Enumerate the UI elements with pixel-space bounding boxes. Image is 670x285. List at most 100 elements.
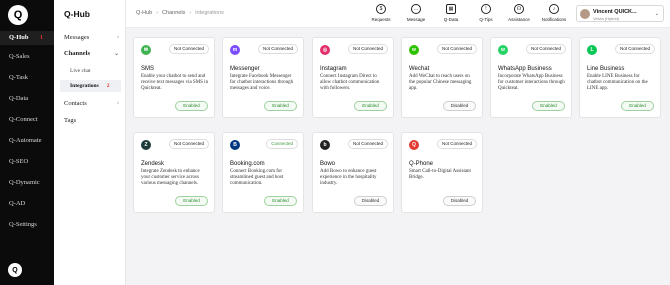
- sidebar-item-label: Tags: [64, 116, 77, 124]
- nav-item-q-ad[interactable]: Q-AD: [0, 197, 54, 211]
- integration-card[interactable]: L Not Connected Line Business Enable LINE B…: [579, 37, 661, 118]
- integration-logo-icon: w: [498, 45, 508, 55]
- enabled-toggle-button[interactable]: Enabled: [175, 101, 208, 111]
- enabled-toggle-button[interactable]: Enabled: [175, 196, 208, 206]
- sidebar-item-contacts[interactable]: Contacts ›: [64, 97, 119, 109]
- nav-item-label: Q-Hub: [9, 34, 29, 41]
- enabled-toggle-button[interactable]: Enabled: [621, 101, 654, 111]
- integration-logo-icon: m: [230, 45, 240, 55]
- status-badge: Not Connected: [614, 44, 655, 54]
- enabled-toggle-button[interactable]: Enabled: [532, 101, 565, 111]
- chat-bubble-icon: …: [411, 4, 421, 14]
- integration-title: Line Business: [587, 66, 625, 72]
- chevron-down-icon: ⌄: [654, 11, 659, 17]
- integration-description: Enable your chatbot to send and receive …: [141, 74, 209, 91]
- sidebar-item-tags[interactable]: Tags: [64, 114, 119, 126]
- integration-description: Add WeChat to reach users on the popular…: [409, 74, 472, 91]
- nav-item-label: Q-SEO: [9, 158, 29, 165]
- integration-logo-icon: B: [230, 140, 240, 150]
- dollar-icon: $: [376, 4, 386, 14]
- integration-logo-icon: b: [320, 140, 330, 150]
- user-subtitle: Velvia (Hybrid): [593, 16, 620, 21]
- integration-description: Integrate Zendesk to enhance your custom…: [141, 169, 200, 186]
- top-bar: Q-Hub › Channels › Integrations $ Requests ……: [126, 0, 670, 28]
- integration-description: Add Bowo to enhance guest experience in …: [320, 169, 377, 186]
- integration-card[interactable]: ✉ Not Connected SMS Enable your chatbot to …: [133, 37, 215, 118]
- integration-card[interactable]: b Not Connected Bowo Add Bowo to enhance gu…: [312, 132, 394, 213]
- q-data-button[interactable]: ▦ Q-Data: [436, 4, 466, 22]
- message-button[interactable]: … Message: [401, 4, 431, 22]
- nav-item-q-automate[interactable]: Q-Automate: [0, 134, 54, 148]
- integration-card[interactable]: m Not Connected Messenger Integrate Faceboo…: [222, 37, 304, 118]
- requests-label: Requests: [371, 17, 391, 22]
- nav-item-q-hub[interactable]: Q-Hub 1: [0, 31, 54, 45]
- headset-icon: ☊: [514, 4, 524, 14]
- integration-title: Messenger: [230, 66, 260, 72]
- nav-item-label: Q-Connect: [9, 116, 38, 123]
- integration-card[interactable]: Q Not Connected Q-Phone Smart Call-to-Digit…: [401, 132, 483, 213]
- integration-card[interactable]: B Connected Booking.com Connect Booking.com…: [222, 132, 304, 213]
- nav-item-q-connect[interactable]: Q-Connect: [0, 113, 54, 127]
- avatar: [580, 9, 590, 19]
- enabled-toggle-button[interactable]: Enabled: [264, 196, 297, 206]
- enabled-toggle-button[interactable]: Enabled: [264, 101, 297, 111]
- integration-description: Integrate Facebook Messenger for chatbot…: [230, 74, 294, 91]
- nav-item-label: Q-Settings: [9, 221, 37, 228]
- nav-item-q-settings[interactable]: Q-Settings: [0, 218, 54, 232]
- notifications-label: Notifications: [541, 17, 567, 22]
- disabled-toggle-button[interactable]: Disabled: [443, 101, 476, 111]
- status-badge: Connected: [266, 139, 298, 149]
- breadcrumb: Q-Hub › Channels › Integrations: [136, 10, 224, 16]
- disabled-toggle-button[interactable]: Disabled: [443, 196, 476, 206]
- status-badge: Not Connected: [436, 139, 477, 149]
- integration-title: Bowo: [320, 161, 336, 167]
- app-logo[interactable]: Q: [8, 5, 28, 25]
- enabled-toggle-button[interactable]: Enabled: [354, 101, 387, 111]
- integration-title: Wechat: [409, 66, 430, 72]
- nav-item-q-task[interactable]: Q-Task: [0, 71, 54, 85]
- integration-logo-icon: ✉: [141, 45, 151, 55]
- sidebar-subitem-label: Live chat: [70, 68, 91, 74]
- breadcrumb-q-hub[interactable]: Q-Hub: [136, 10, 152, 16]
- integration-card[interactable]: Z Not Connected Zendesk Integrate Zendesk t…: [133, 132, 215, 213]
- grid-icon: ▦: [446, 4, 456, 14]
- integration-card[interactable]: ◎ Not Connected Instagram Connect Instagram…: [312, 37, 394, 118]
- sidebar-item-channels[interactable]: Channels ⌄: [64, 47, 119, 59]
- breadcrumb-separator: ›: [189, 10, 192, 16]
- nav-item-q-data[interactable]: Q-Data: [0, 92, 54, 106]
- bottom-logo-icon[interactable]: Q: [8, 263, 22, 277]
- nav-item-label: Q-AD: [9, 200, 26, 207]
- sidebar-subitem-live-chat[interactable]: Live chat: [70, 65, 121, 77]
- integration-logo-icon: Q: [409, 140, 419, 150]
- nav-item-q-seo[interactable]: Q-SEO: [0, 155, 54, 169]
- breadcrumb-integrations: Integrations: [195, 10, 224, 16]
- annotation-mark: 1: [40, 35, 43, 41]
- status-badge: Not Connected: [168, 44, 209, 54]
- integration-card[interactable]: w Not Connected WhatsApp Business Incorpora…: [490, 37, 572, 118]
- notifications-button[interactable]: ♪ Notifications: [539, 4, 569, 22]
- integration-description: Enable LINE Business for chatbot communi…: [587, 74, 648, 91]
- message-label: Message: [406, 17, 426, 22]
- nav-item-q-sales[interactable]: Q-Sales: [0, 50, 54, 64]
- integration-card[interactable]: w Not Connected Wechat Add WeChat to reach …: [401, 37, 483, 118]
- nav-item-label: Q-Task: [9, 74, 29, 81]
- assistance-button[interactable]: ☊ Assistance: [504, 4, 534, 22]
- nav-item-q-dynamic[interactable]: Q-Dynamic: [0, 176, 54, 190]
- breadcrumb-channels[interactable]: Channels: [162, 10, 185, 16]
- user-menu[interactable]: Vincent QUICK... Velvia (Hybrid) ⌄: [576, 5, 664, 22]
- integration-logo-icon: ◎: [320, 45, 330, 55]
- q-tips-button[interactable]: ! Q-Tips: [471, 4, 501, 22]
- user-name: Vincent QUICK...: [593, 9, 637, 15]
- integration-logo-icon: L: [587, 45, 597, 55]
- annotation-mark: 2: [106, 83, 110, 89]
- app-root: Q Q-Hub 1 Q-Sales Q-Task Q-Data Q-Connec…: [0, 0, 670, 285]
- integration-title: Instagram: [320, 66, 347, 72]
- requests-button[interactable]: $ Requests: [366, 4, 396, 22]
- sidebar-subitem-integrations[interactable]: Integrations 2: [60, 80, 121, 92]
- status-badge: Not Connected: [168, 139, 209, 149]
- sidebar-item-messages[interactable]: Messages ›: [64, 31, 119, 43]
- nav-item-label: Q-Dynamic: [9, 179, 40, 186]
- disabled-toggle-button[interactable]: Disabled: [354, 196, 387, 206]
- integration-description: Incorporate WhatsApp Business for custom…: [498, 74, 565, 91]
- sub-sidebar: Q-Hub Messages › Channels ⌄ Live chat In…: [54, 0, 126, 285]
